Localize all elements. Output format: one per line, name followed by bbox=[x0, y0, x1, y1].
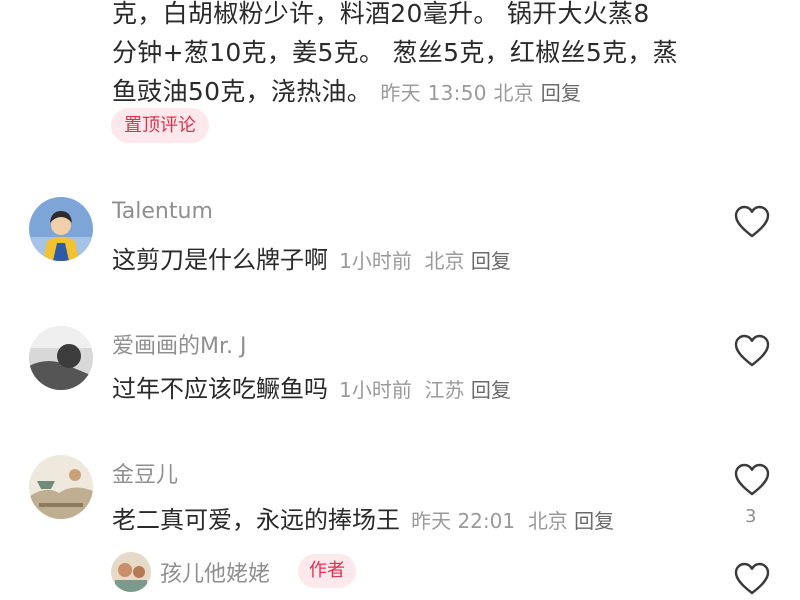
heart-icon[interactable] bbox=[734, 334, 770, 368]
pinned-meta: 昨天 13:50 北京 回复 bbox=[380, 81, 581, 105]
pinned-comment-text: 克，白胡椒粉少许，料酒20毫升。 锅开大火蒸8 分钟+葱10克，姜5克。 葱丝5… bbox=[112, 0, 712, 113]
author-badge: 作者 bbox=[298, 554, 356, 588]
comment-body: 这剪刀是什么牌子啊 1小时前 北京 回复 bbox=[112, 240, 511, 275]
pinned-line-3: 鱼豉油50克，浇热油。 bbox=[112, 77, 373, 106]
reply-button[interactable]: 回复 bbox=[574, 509, 614, 533]
comment-location: 北京 bbox=[527, 509, 568, 533]
comment-username[interactable]: 爱画画的Mr. J bbox=[112, 328, 246, 360]
comment-body: 老二真可爱，永远的捧场王 昨天 22:01 北京 回复 bbox=[112, 500, 614, 535]
comment-location: 江苏 bbox=[424, 378, 465, 402]
avatar[interactable] bbox=[29, 197, 93, 261]
pinned-reply-button[interactable]: 回复 bbox=[541, 81, 582, 105]
avatar[interactable] bbox=[29, 326, 93, 390]
pinned-badge: 置顶评论 bbox=[111, 108, 209, 143]
comment-username[interactable]: 金豆儿 bbox=[112, 457, 178, 489]
heart-icon[interactable] bbox=[734, 205, 770, 239]
pinned-line-2: 分钟+葱10克，姜5克。 葱丝5克，红椒丝5克，蒸 bbox=[112, 38, 678, 67]
avatar[interactable] bbox=[29, 455, 93, 519]
comment-time: 昨天 22:01 bbox=[411, 509, 516, 533]
comment-meta: 1小时前 江苏 回复 bbox=[339, 378, 511, 402]
comment-time: 1小时前 bbox=[339, 249, 412, 273]
comment-body: 过年不应该吃鳜鱼吗 1小时前 江苏 回复 bbox=[112, 369, 511, 404]
comment-text: 老二真可爱，永远的捧场王 bbox=[112, 506, 400, 534]
pinned-location: 北京 bbox=[493, 81, 535, 105]
comment-location: 北京 bbox=[424, 249, 465, 273]
like-count: 3 bbox=[745, 506, 757, 527]
heart-icon[interactable] bbox=[734, 463, 770, 497]
avatar-image bbox=[29, 326, 93, 390]
pinned-time: 昨天 13:50 bbox=[380, 81, 487, 105]
heart-icon[interactable] bbox=[734, 562, 770, 596]
comment-username[interactable]: Talentum bbox=[112, 199, 213, 224]
comment-time: 1小时前 bbox=[339, 378, 412, 402]
pinned-line-1: 克，白胡椒粉少许，料酒20毫升。 锅开大火蒸8 bbox=[112, 0, 650, 28]
avatar[interactable] bbox=[111, 552, 151, 592]
avatar-image bbox=[111, 552, 151, 592]
reply-button[interactable]: 回复 bbox=[471, 378, 511, 402]
comment-meta: 昨天 22:01 北京 回复 bbox=[411, 509, 614, 533]
avatar-image bbox=[29, 455, 93, 519]
reply-button[interactable]: 回复 bbox=[471, 249, 511, 273]
comment-meta: 1小时前 北京 回复 bbox=[339, 249, 511, 273]
pinned-line-3-wrap: 鱼豉油50克，浇热油。 昨天 13:50 北京 回复 bbox=[112, 72, 712, 113]
avatar-image bbox=[29, 197, 93, 261]
comment-text: 过年不应该吃鳜鱼吗 bbox=[112, 375, 328, 403]
reply-username[interactable]: 孩儿他姥姥 bbox=[160, 556, 270, 588]
pinned-comment: 克，白胡椒粉少许，料酒20毫升。 锅开大火蒸8 分钟+葱10克，姜5克。 葱丝5… bbox=[112, 0, 712, 113]
comment-text: 这剪刀是什么牌子啊 bbox=[112, 246, 328, 274]
